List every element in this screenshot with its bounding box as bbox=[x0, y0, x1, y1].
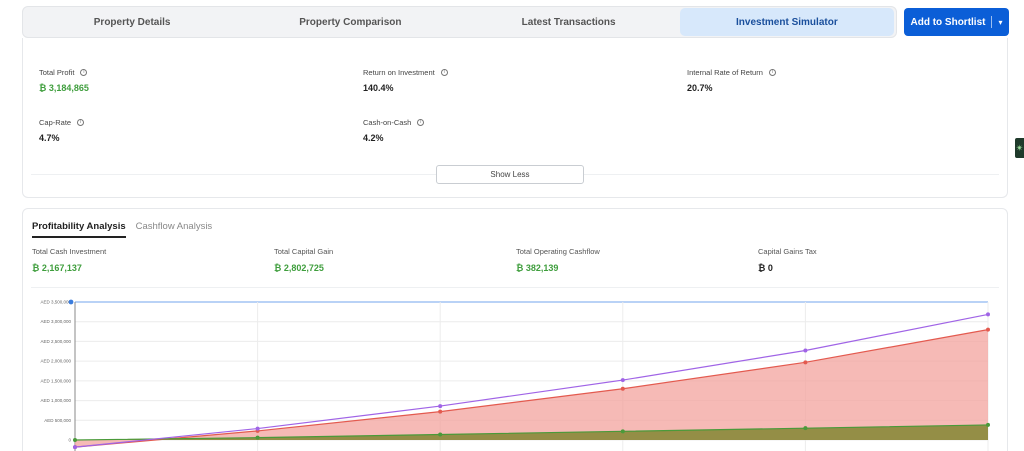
main-tab-bar: Property Details Property Comparison Lat… bbox=[22, 6, 897, 38]
button-separator bbox=[991, 16, 993, 28]
chevron-down-icon[interactable]: ▾ bbox=[998, 18, 1002, 27]
kpi-label: Total Profit bbox=[39, 68, 75, 77]
kpi-panel: Total Profit i ₿ 3,184,865 Return on Inve… bbox=[22, 38, 1008, 198]
info-icon[interactable]: i bbox=[77, 119, 85, 126]
y-tick-label: 0 bbox=[68, 438, 71, 443]
total-profit-point bbox=[255, 426, 260, 431]
capital-gain-point bbox=[438, 409, 443, 414]
add-to-shortlist-label: Add to Shortlist bbox=[910, 16, 986, 28]
kpi-label: Cap-Rate bbox=[39, 118, 72, 127]
y-tick-label: AED 3,000,000 bbox=[40, 319, 71, 324]
analysis-tabs: Profitability Analysis Cashflow Analysis bbox=[32, 221, 212, 238]
kpi-total-profit: Total Profit i ₿ 3,184,865 bbox=[39, 68, 89, 93]
total-profit-point bbox=[803, 348, 808, 353]
kpi-cap-rate: Cap-Rate i 4.7% bbox=[39, 118, 85, 143]
total-profit-point bbox=[986, 312, 990, 317]
stat-label: Total Capital Gain bbox=[274, 247, 334, 256]
kpi-value: 4.2% bbox=[363, 133, 384, 143]
stat-capital-gain: Total Capital Gain ₿ 2,802,725 bbox=[274, 247, 333, 273]
cashflow-point bbox=[73, 438, 77, 442]
kpi-label: Return on Investment bbox=[363, 68, 435, 77]
stat-value: ₿ 2,802,725 bbox=[274, 263, 324, 273]
kpi-value: 20.7% bbox=[687, 83, 713, 93]
kpi-irr: Internal Rate of Return i 20.7% bbox=[687, 68, 776, 93]
total-profit-point bbox=[620, 378, 625, 383]
tab-property-details[interactable]: Property Details bbox=[25, 8, 239, 36]
y-tick-label: AED 3,500,000 bbox=[40, 300, 71, 305]
capital-gain-point bbox=[803, 360, 808, 365]
stat-value: ₿ 2,167,137 bbox=[32, 263, 82, 273]
divider bbox=[31, 287, 999, 288]
y-tick-label: AED 2,500,000 bbox=[40, 339, 71, 344]
kpi-label: Cash-on-Cash bbox=[363, 118, 412, 127]
tab-property-comparison[interactable]: Property Comparison bbox=[243, 8, 457, 36]
tab-cashflow-analysis[interactable]: Cashflow Analysis bbox=[136, 221, 213, 238]
tab-investment-simulator[interactable]: Investment Simulator bbox=[679, 8, 894, 36]
tab-profitability-analysis[interactable]: Profitability Analysis bbox=[32, 221, 126, 238]
info-icon[interactable]: i bbox=[80, 69, 88, 76]
cashflow-point bbox=[986, 422, 990, 427]
stat-capital-gains-tax: Capital Gains Tax ₿ 0 bbox=[758, 247, 817, 273]
y-tick-label: AED 1,000,000 bbox=[40, 398, 71, 403]
cashflow-point bbox=[255, 435, 260, 440]
stat-cash-investment: Total Cash Investment ₿ 2,167,137 bbox=[32, 247, 106, 273]
stat-value: ₿ 0 bbox=[758, 263, 773, 273]
kpi-value: 4.7% bbox=[39, 133, 60, 143]
add-to-shortlist-button[interactable]: Add to Shortlist ▾ bbox=[904, 8, 1009, 36]
stat-label: Total Cash Investment bbox=[32, 247, 107, 256]
kpi-value: ₿ 3,184,865 bbox=[39, 83, 89, 93]
kpi-cash-on-cash: Cash-on-Cash i 4.2% bbox=[363, 118, 425, 143]
y-tick-label: AED 1,500,000 bbox=[40, 378, 71, 383]
stat-value: ₿ 382,139 bbox=[516, 263, 559, 273]
cashflow-point bbox=[620, 429, 625, 434]
kpi-label: Internal Rate of Return bbox=[687, 68, 763, 77]
total-profit-point bbox=[438, 404, 443, 409]
kpi-roi: Return on Investment i 140.4% bbox=[363, 68, 448, 93]
tab-latest-transactions[interactable]: Latest Transactions bbox=[462, 8, 676, 36]
kpi-value: 140.4% bbox=[363, 83, 394, 93]
y-tick-label: AED 500,000 bbox=[44, 418, 71, 423]
y-tick-label: AED 2,000,000 bbox=[40, 359, 71, 364]
stat-operating-cashflow: Total Operating Cashflow ₿ 382,139 bbox=[516, 247, 600, 273]
axis-marker bbox=[68, 299, 74, 305]
stat-label: Capital Gains Tax bbox=[758, 247, 817, 256]
stat-label: Total Operating Cashflow bbox=[516, 247, 600, 256]
cashflow-point bbox=[438, 432, 443, 437]
info-icon[interactable]: i bbox=[768, 69, 776, 76]
show-less-button[interactable]: Show Less bbox=[436, 165, 584, 184]
capital-gain-point bbox=[986, 327, 990, 332]
side-widget-tab[interactable]: ✴ bbox=[1015, 138, 1024, 158]
profitability-chart: 0 AED 500,000 AED 1,000,000 AED 1,500,000 AE… bbox=[40, 299, 990, 451]
info-icon[interactable]: i bbox=[417, 119, 425, 126]
info-icon[interactable]: i bbox=[440, 69, 448, 76]
capital-gain-point bbox=[620, 386, 625, 391]
cashflow-point bbox=[803, 426, 808, 431]
total-profit-point bbox=[73, 445, 77, 450]
